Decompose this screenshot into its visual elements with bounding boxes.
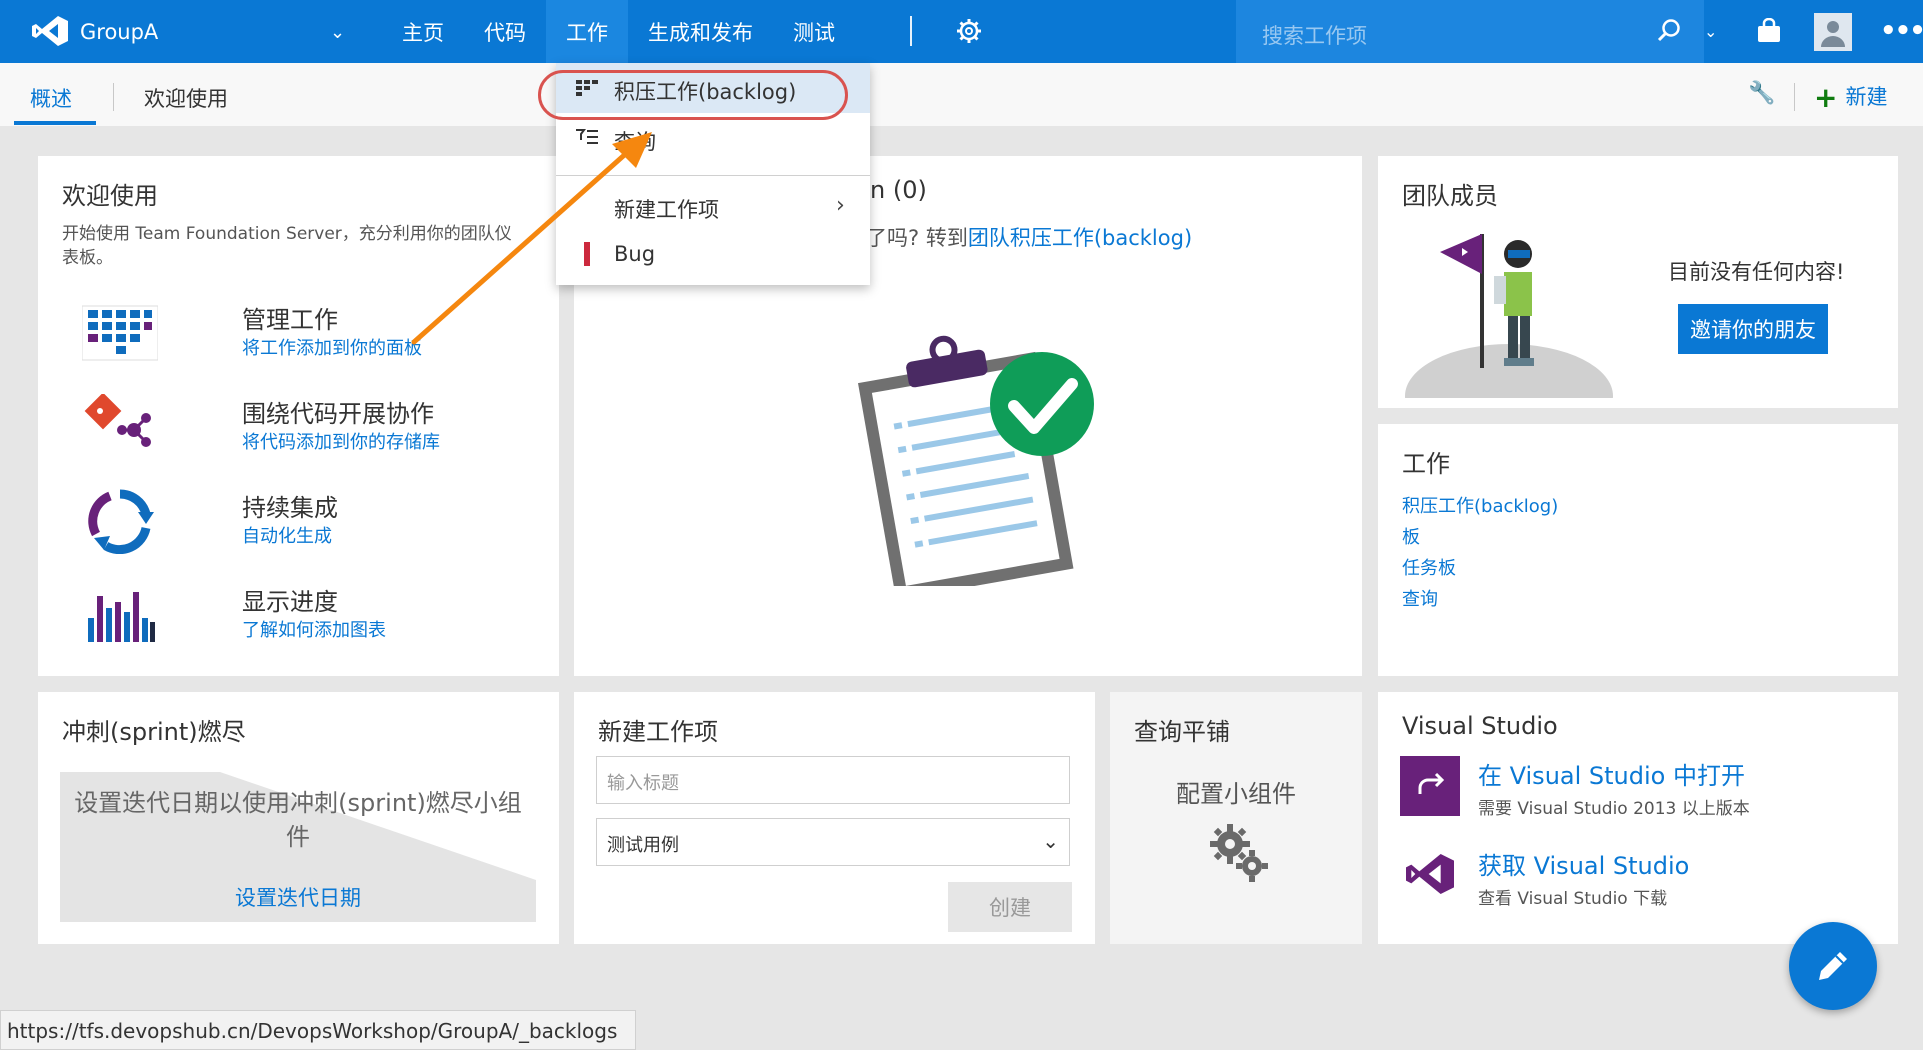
more-options-icon[interactable]: ••• [1880,16,1923,46]
visual-studio-icon [1406,854,1454,894]
welcome-item-title: 管理工作 [242,306,338,334]
search-box[interactable]: 搜索工作项 [1236,0,1704,63]
subheader-divider [113,83,114,111]
card-title: 查询平铺 [1134,718,1230,746]
card-title: Visual Studio [1402,712,1558,740]
welcome-item-progress[interactable]: 显示进度 了解如何添加图表 [82,582,522,652]
card-title: 冲刺(sprint)燃尽 [62,718,246,746]
new-button-label: 新建 [1845,85,1888,109]
work-item-title-input[interactable]: 输入标题 [596,756,1070,804]
active-tab-underline [14,121,96,125]
main-nav: 主页 代码 工作 生成和发布 测试 [382,0,855,63]
vs-item-subtitle: 查看 Visual Studio 下载 [1478,889,1668,909]
card-title: 工作 [1402,450,1450,478]
search-scope-chevron-icon[interactable]: ⌄ [1704,22,1717,41]
welcome-item-title: 围绕代码开展协作 [242,400,434,428]
pencil-icon [1819,952,1847,980]
card-title: 团队成员 [1402,182,1498,210]
work-item-type-select[interactable]: 测试用例 ⌄ [596,818,1070,866]
welcome-desc-line2: 表板。 [62,248,113,268]
vs-item-title[interactable]: 在 Visual Studio 中打开 [1478,756,1745,791]
card-title-fragment: n (0) [870,176,927,204]
hub-subheader: 概述 欢迎使用 🔧 + 新建 [0,63,1923,126]
status-url-bar: https://tfs.devopshub.cn/DevopsWorkshop/… [0,1010,636,1050]
visual-studio-card: Visual Studio 在 Visual Studio 中打开 需要 Vis… [1378,692,1898,944]
bar-chart-icon [88,592,155,642]
welcome-item-title: 持续集成 [242,494,338,522]
work-links-card: 工作 积压工作(backlog) 板 任务板 查询 [1378,424,1898,676]
open-in-vs-item[interactable]: 在 Visual Studio 中打开 需要 Visual Studio 201… [1400,756,1880,826]
search-icon[interactable] [1656,18,1682,44]
tab-welcome[interactable]: 欢迎使用 [144,83,228,113]
subheader-divider-right [1794,83,1795,111]
open-redirect-icon [1400,756,1460,816]
burndown-message: 设置迭代日期以使用冲刺(sprint)燃尽小组件 [74,789,522,851]
card-title: 新建工作项 [598,718,718,746]
nav-tab-code[interactable]: 代码 [464,0,546,63]
nav-tab-work[interactable]: 工作 [546,0,628,63]
new-dashboard-button[interactable]: + 新建 [1814,81,1887,114]
chevron-down-icon[interactable]: ⌄ [330,22,345,43]
marketplace-bag-icon[interactable] [1756,18,1782,44]
plus-icon: + [1814,81,1838,114]
vs-item-subtitle: 需要 Visual Studio 2013 以上版本 [1478,799,1750,819]
astronaut-flag-illustration [1405,234,1613,398]
configure-widget-link[interactable]: 配置小组件 [1110,774,1362,809]
chevron-right-icon: › [836,193,845,218]
card-title: 欢迎使用 [62,182,158,210]
backlog-message-text: 了吗? 转到 [866,226,968,250]
welcome-item-title: 显示进度 [242,588,338,616]
invite-friends-button[interactable]: 邀请你的朋友 [1678,304,1828,354]
welcome-item-link[interactable]: 将代码添加到你的存储库 [242,428,440,454]
search-placeholder: 搜索工作项 [1262,24,1367,48]
selected-type: 测试用例 [607,835,679,856]
welcome-item-ci[interactable]: 持续集成 自动化生成 [82,488,522,558]
clipboard-check-illustration [858,335,1094,586]
query-tile-card: 查询平铺 配置小组件 [1110,692,1362,944]
tab-overview[interactable]: 概述 [30,83,72,113]
git-repo-icon [84,394,151,447]
work-link-taskboard[interactable]: 任务板 [1402,554,1456,580]
create-button[interactable]: 创建 [948,882,1072,932]
sync-circular-arrows-icon [88,489,154,554]
set-iteration-dates-link[interactable]: 设置迭代日期 [38,882,558,912]
team-backlog-link[interactable]: 团队积压工作(backlog) [968,226,1192,250]
work-link-backlog[interactable]: 积压工作(backlog) [1402,492,1558,518]
edit-dashboard-fab[interactable] [1789,922,1877,1010]
work-link-queries[interactable]: 查询 [1402,585,1438,611]
nav-tab-build-release[interactable]: 生成和发布 [628,0,773,63]
team-members-card: 团队成员 目前没有任何内容! 邀请你的朋友 [1378,156,1898,408]
kanban-board-icon [82,305,158,361]
annotation-arrow [411,132,652,345]
top-nav-bar: GroupA ⌄ 主页 代码 工作 生成和发布 测试 搜索工作项 ⌄ ••• [0,0,1923,63]
vs-item-title[interactable]: 获取 Visual Studio [1478,846,1689,881]
nav-tab-home[interactable]: 主页 [382,0,464,63]
work-link-board[interactable]: 板 [1402,523,1420,549]
chevron-down-icon: ⌄ [1042,829,1059,853]
wrench-icon[interactable]: 🔧 [1748,81,1775,106]
annotation-highlight-ring [538,70,848,120]
welcome-item-link[interactable]: 了解如何添加图表 [242,616,386,642]
backlog-message: 了吗? 转到团队积压工作(backlog) [866,222,1192,252]
welcome-item-link[interactable]: 自动化生成 [242,522,332,548]
user-avatar[interactable] [1814,13,1852,51]
empty-state-text: 目前没有任何内容! [1668,260,1845,284]
project-name[interactable]: GroupA [80,20,158,44]
new-work-item-card: 新建工作项 输入标题 测试用例 ⌄ 创建 [574,692,1095,944]
welcome-item-link[interactable]: 将工作添加到你的面板 [242,334,422,360]
gears-icon[interactable] [1206,820,1270,884]
get-vs-item[interactable]: 获取 Visual Studio 查看 Visual Studio 下载 [1400,846,1880,916]
gear-icon[interactable] [956,18,982,44]
visual-studio-logo-icon[interactable] [32,16,68,46]
nav-separator [910,16,912,46]
welcome-item-code[interactable]: 围绕代码开展协作 将代码添加到你的存储库 [82,394,522,464]
sprint-burndown-card: 冲刺(sprint)燃尽 设置迭代日期以使用冲刺(sprint)燃尽小组件 设置… [38,692,559,944]
nav-tab-test[interactable]: 测试 [773,0,855,63]
